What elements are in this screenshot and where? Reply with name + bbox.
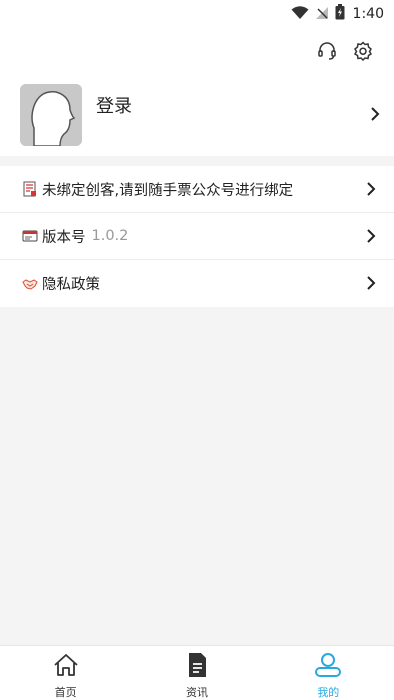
- menu-item-label: 版本号: [42, 229, 86, 246]
- id-card-icon: [22, 228, 38, 244]
- menu-item-privacy-policy[interactable]: 隐私政策: [0, 260, 394, 307]
- menu-item-version[interactable]: 版本号 1.0.2: [0, 213, 394, 260]
- profile-header: 登录: [0, 28, 394, 156]
- no-signal-icon: [315, 5, 329, 24]
- user-profile-icon: [314, 652, 342, 682]
- tab-news[interactable]: 资讯: [131, 646, 262, 700]
- headset-icon[interactable]: [316, 40, 338, 62]
- news-document-icon: [184, 652, 210, 682]
- login-label[interactable]: 登录: [96, 92, 132, 118]
- avatar[interactable]: [20, 84, 82, 146]
- menu-item-label: 未绑定创客,请到随手票公众号进行绑定: [42, 182, 294, 199]
- tab-mine[interactable]: 我的: [263, 646, 394, 700]
- tab-label: 首页: [54, 686, 77, 699]
- document-icon: [22, 181, 38, 197]
- handshake-icon: [22, 276, 38, 292]
- settings-menu: 未绑定创客,请到随手票公众号进行绑定 版本号 1.0.2 隐私政策: [0, 166, 394, 307]
- home-icon: [53, 652, 79, 682]
- status-icons: 1:40: [291, 4, 384, 24]
- wifi-icon: [291, 5, 309, 24]
- chevron-right-icon: [370, 106, 380, 126]
- battery-charging-icon: [335, 4, 345, 24]
- version-value: 1.0.2: [91, 228, 129, 244]
- login-row[interactable]: 登录: [20, 84, 380, 146]
- status-bar: 1:40: [0, 0, 394, 28]
- chevron-right-icon: [366, 228, 376, 248]
- top-actions: [316, 40, 374, 62]
- settings-gear-icon[interactable]: [352, 40, 374, 62]
- tab-label: 资讯: [185, 686, 208, 699]
- section-divider: [0, 156, 394, 166]
- chevron-right-icon: [366, 181, 376, 201]
- bottom-tab-bar: 首页 资讯 我的: [0, 645, 394, 700]
- chevron-right-icon: [366, 275, 376, 295]
- menu-item-label: 隐私政策: [42, 277, 100, 293]
- tab-home[interactable]: 首页: [0, 646, 131, 700]
- status-time: 1:40: [352, 6, 384, 22]
- menu-item-bind-maker[interactable]: 未绑定创客,请到随手票公众号进行绑定: [0, 166, 394, 213]
- tab-label: 我的: [317, 686, 340, 699]
